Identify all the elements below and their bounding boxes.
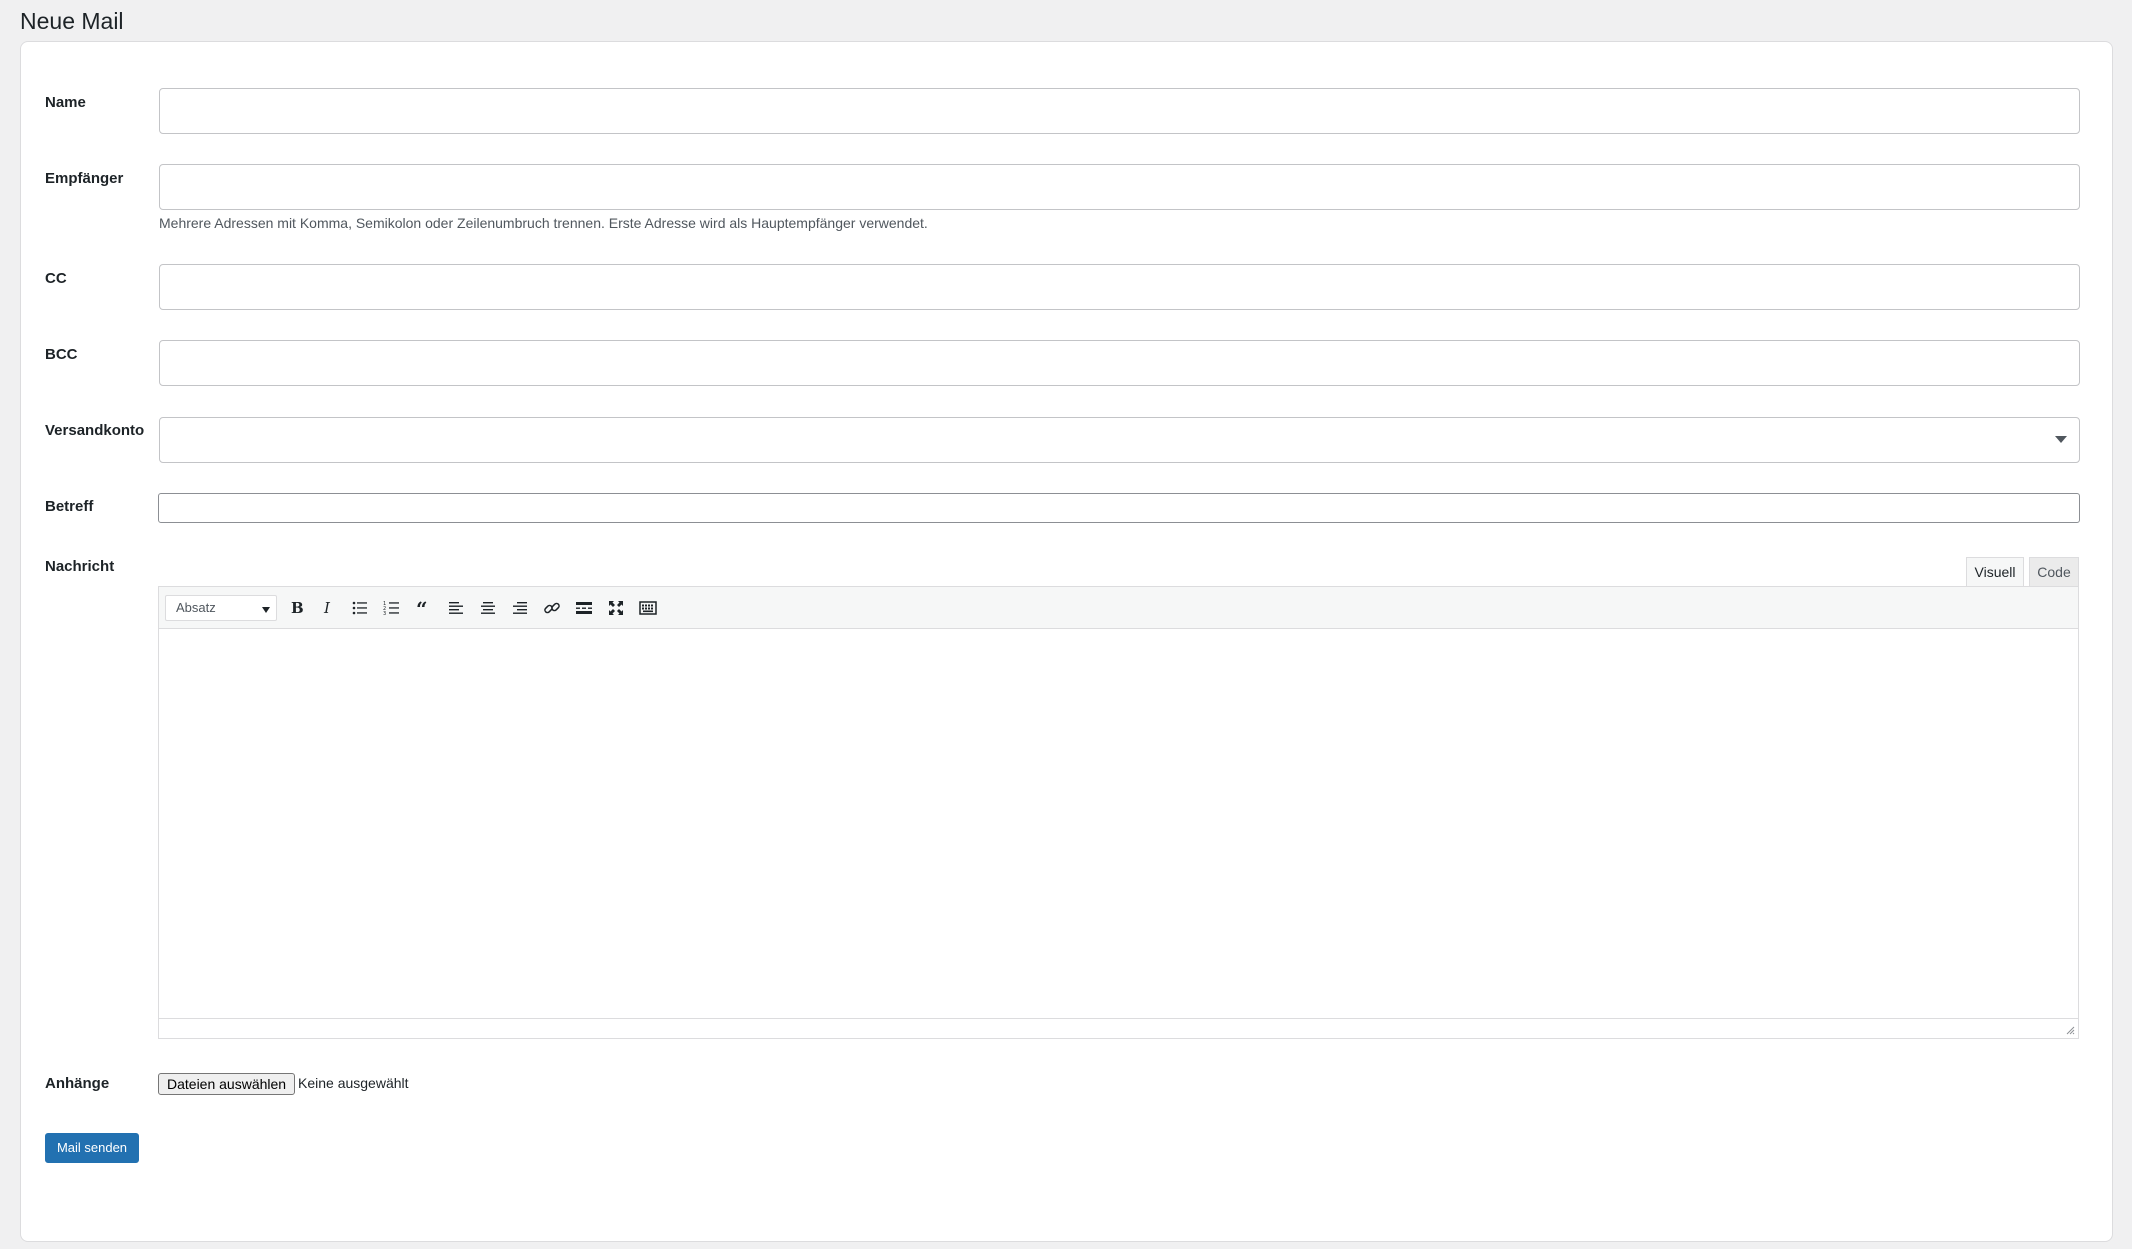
recipient-input[interactable]	[159, 164, 2080, 210]
send-mail-button[interactable]: Mail senden	[45, 1133, 139, 1163]
svg-text:“: “	[416, 599, 428, 617]
editor-content-area[interactable]	[159, 629, 2078, 1019]
link-button[interactable]	[539, 596, 565, 620]
chevron-down-icon	[262, 607, 270, 613]
bcc-label: BCC	[45, 346, 78, 363]
numbered-list-icon: 1 2 3	[383, 601, 399, 617]
link-icon	[544, 602, 560, 614]
fullscreen-button[interactable]	[603, 596, 629, 620]
bold-button[interactable]: B	[283, 596, 309, 620]
svg-text:B: B	[291, 599, 304, 617]
italic-button[interactable]: I	[315, 596, 341, 620]
toolbar-toggle-icon	[639, 601, 657, 615]
align-center-button[interactable]	[475, 596, 501, 620]
name-label: Name	[45, 94, 86, 111]
cc-input[interactable]	[159, 264, 2080, 310]
toolbar-toggle-button[interactable]	[635, 596, 661, 620]
resize-handle-icon[interactable]	[2065, 1025, 2075, 1035]
chevron-down-icon	[2055, 436, 2067, 443]
align-left-button[interactable]	[443, 596, 469, 620]
bullet-list-button[interactable]	[347, 596, 373, 620]
recipient-label: Empfänger	[45, 170, 124, 187]
blockquote-icon: “	[416, 599, 428, 617]
account-label: Versandkonto	[45, 422, 145, 439]
bold-icon: B	[291, 599, 304, 617]
bullet-list-icon	[352, 601, 367, 615]
message-editor: Absatz B I 1 2 3 “	[158, 586, 2079, 1039]
fullscreen-icon	[609, 601, 623, 615]
attachments-label: Anhänge	[45, 1075, 110, 1092]
read-more-button[interactable]	[571, 596, 597, 620]
subject-label: Betreff	[45, 498, 94, 515]
align-right-icon	[513, 602, 527, 614]
editor-toolbar: Absatz B I 1 2 3 “	[159, 587, 2078, 629]
svg-text:3: 3	[383, 611, 386, 617]
italic-icon: I	[323, 599, 331, 617]
page-title: Neue Mail	[20, 8, 124, 34]
blockquote-button[interactable]: “	[411, 596, 437, 620]
align-right-button[interactable]	[507, 596, 533, 620]
tab-code[interactable]: Code	[2029, 557, 2079, 587]
format-select[interactable]: Absatz	[165, 595, 277, 621]
numbered-list-button[interactable]: 1 2 3	[379, 596, 405, 620]
tab-visual[interactable]: Visuell	[1966, 557, 2024, 587]
align-left-icon	[449, 602, 463, 614]
cc-label: CC	[45, 270, 67, 287]
align-center-icon	[481, 602, 495, 614]
svg-text:I: I	[323, 599, 331, 617]
message-label: Nachricht	[45, 558, 115, 575]
recipient-help-text: Mehrere Adressen mit Komma, Semikolon od…	[159, 215, 928, 231]
editor-statusbar	[159, 1018, 2078, 1038]
choose-files-button[interactable]: Dateien auswählen	[158, 1073, 296, 1095]
format-select-value: Absatz	[176, 600, 216, 615]
no-file-selected-text: Keine ausgewählt	[298, 1075, 409, 1091]
bcc-input[interactable]	[159, 340, 2080, 386]
name-input[interactable]	[159, 88, 2080, 134]
subject-input[interactable]	[158, 493, 2080, 523]
read-more-icon	[576, 602, 592, 614]
account-select[interactable]	[159, 417, 2080, 463]
